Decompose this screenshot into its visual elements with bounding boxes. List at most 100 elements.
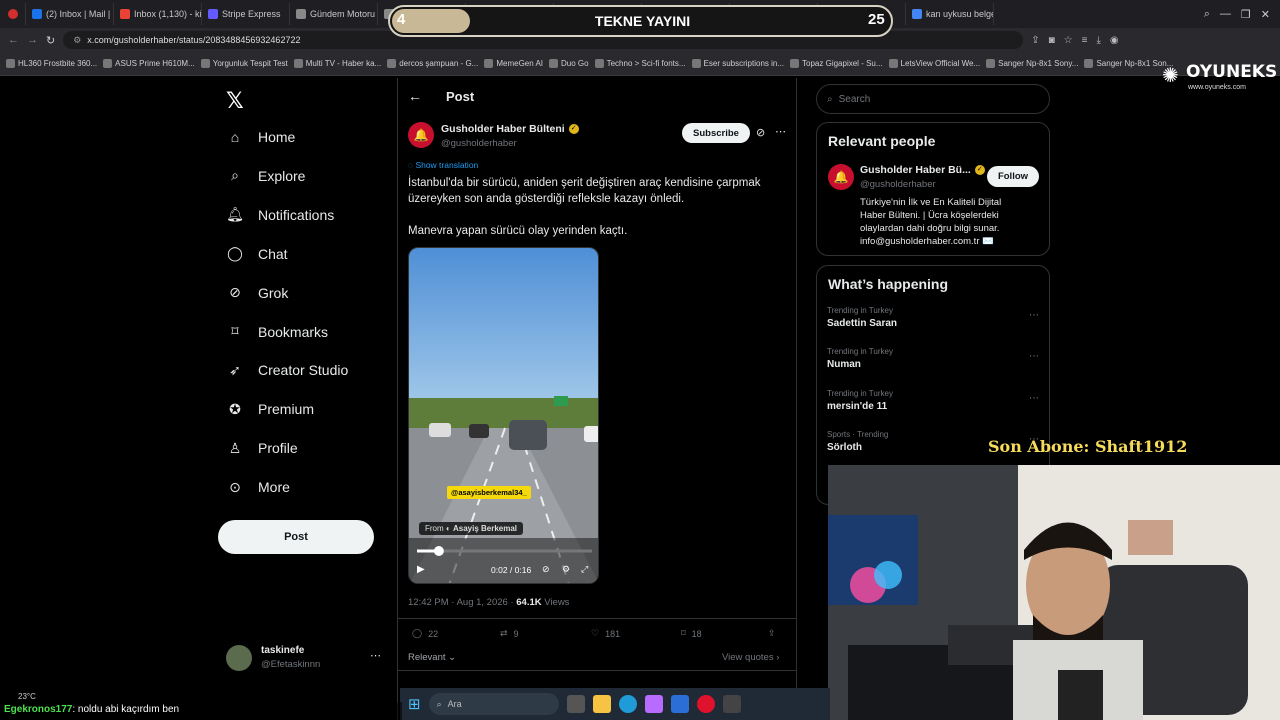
bookmark-label: dercos şampuan - G...: [399, 59, 479, 68]
browser-tab[interactable]: Stripe Express: [202, 3, 290, 25]
post-button[interactable]: Post: [218, 520, 374, 554]
app-icon[interactable]: [722, 695, 741, 713]
bookmark-favicon-icon: [387, 59, 397, 68]
bookmark-item[interactable]: Eser subscriptions in...: [691, 59, 784, 68]
maximize-icon[interactable]: ❐: [1241, 8, 1251, 21]
browser-tab[interactable]: (2) Inbox | Mail | SC: [26, 3, 114, 25]
forward-icon[interactable]: →: [27, 34, 38, 46]
reply-button[interactable]: ◯ 22: [412, 628, 438, 639]
post-meta: 12:42 PM · Aug 1, 2026 · 64.1K Views: [408, 597, 569, 608]
task-view-icon[interactable]: [566, 695, 585, 713]
more-icon[interactable]: ⋯: [1029, 351, 1039, 362]
browser-tab[interactable]: kan uykusu belgese: [906, 3, 994, 25]
bookmark-item[interactable]: Yorgunluk Tespit Test: [200, 59, 288, 68]
fullscreen-icon[interactable]: ⤢: [581, 564, 588, 575]
mute-icon[interactable]: ⊘: [542, 564, 550, 575]
profile-icon[interactable]: ◉: [1110, 35, 1119, 46]
camera-icon[interactable]: ◙: [1049, 35, 1055, 46]
edge-icon[interactable]: [618, 695, 637, 713]
back-arrow-icon[interactable]: ←: [408, 88, 422, 104]
opera-icon[interactable]: [696, 695, 715, 713]
more-icon[interactable]: ⋯: [1029, 393, 1039, 404]
share-button[interactable]: ⇪: [768, 628, 776, 639]
nav-item-profile[interactable]: ♙ Profile: [226, 439, 298, 457]
windows-start-icon[interactable]: ⊞: [408, 695, 421, 713]
nav-item-label: Creator Studio: [258, 362, 349, 379]
back-icon[interactable]: ←: [8, 34, 19, 46]
nav-item-grok[interactable]: ⊘ Grok: [226, 284, 288, 302]
copilot-icon[interactable]: [644, 695, 663, 713]
more-icon[interactable]: ⋯: [775, 125, 786, 138]
trend-item[interactable]: Trending in Turkey Sadettin Saran ⋯: [827, 306, 1039, 329]
bookmark-item[interactable]: ASUS Prime H610M...: [103, 59, 195, 68]
x-logo-icon[interactable]: 𝕏: [226, 88, 244, 114]
menu-icon[interactable]: ≡: [1082, 35, 1088, 46]
bookmark-item[interactable]: dercos şampuan - G...: [387, 59, 478, 68]
bookmark-item[interactable]: HL360 Frostbite 360...: [6, 59, 97, 68]
bookmark-item[interactable]: LetsView Official We...: [888, 59, 980, 68]
trend-item[interactable]: Trending in Turkey Numan ⋯: [827, 347, 1039, 370]
grok-icon[interactable]: ⊘: [756, 126, 765, 139]
repost-button[interactable]: ⇄ 9: [500, 628, 519, 639]
bookmark-item[interactable]: Multi TV - Haber ka...: [293, 59, 381, 68]
nav-item-label: Profile: [258, 440, 298, 457]
bookmark-item[interactable]: MemeGen AI: [484, 59, 543, 68]
subscribe-button[interactable]: Subscribe: [682, 123, 750, 143]
share-icon[interactable]: ⇪: [1031, 35, 1039, 46]
reload-icon[interactable]: ↻: [46, 34, 55, 47]
video-progress-handle[interactable]: [433, 546, 444, 556]
more-icon[interactable]: ⋯: [1029, 310, 1039, 321]
weather-temperature: 23°C: [18, 692, 36, 701]
show-translation-link[interactable]: ◌ Show translation: [408, 160, 478, 170]
rocket-icon: ➶: [229, 361, 241, 378]
avatar: [226, 645, 252, 671]
nav-item-creator-studio[interactable]: ➶ Creator Studio: [226, 361, 348, 379]
post-timestamp[interactable]: 12:42 PM · Aug 1, 2026 ·: [408, 597, 516, 608]
nav-item-explore[interactable]: ⌕ Explore: [226, 167, 305, 185]
person-avatar[interactable]: 🔔: [828, 164, 854, 190]
person-name-row[interactable]: Gusholder Haber Bü... ✓: [860, 164, 985, 176]
view-quotes-link[interactable]: View quotes ›: [722, 652, 779, 663]
browser-tab[interactable]: Inbox (1,130) - kick: [114, 3, 202, 25]
follow-button[interactable]: Follow: [987, 166, 1039, 187]
video-source-label[interactable]: From ◐ Asayiş Berkemal: [419, 522, 524, 535]
more-icon[interactable]: ⋯: [370, 649, 381, 662]
nav-item-bookmarks[interactable]: ⌑ Bookmarks: [226, 323, 328, 341]
nav-item-chat[interactable]: ◯ Chat: [226, 245, 287, 263]
bookmark-item[interactable]: Sanger Np-8x1 Son...: [1084, 59, 1173, 68]
nav-item-label: Home: [258, 129, 296, 145]
reply-sort-dropdown[interactable]: Relevant ⌄: [408, 652, 456, 663]
settings-icon[interactable]: ⚙: [562, 564, 570, 575]
trend-category: Trending in Turkey: [827, 388, 893, 398]
star-icon[interactable]: ☆: [1064, 35, 1073, 46]
tab-search-icon[interactable]: ⌕: [1204, 8, 1210, 21]
nav-item-more[interactable]: ⊙ More: [226, 478, 290, 496]
like-button[interactable]: ♡ 181: [591, 628, 620, 639]
video-player[interactable]: @asayisberkemal34_ From ◐ Asayiş Berkema…: [408, 247, 599, 584]
search-input[interactable]: ⌕ Search: [816, 84, 1050, 114]
close-icon[interactable]: ✕: [1261, 8, 1270, 21]
browser-menu-icon[interactable]: [0, 3, 26, 25]
nav-item-home[interactable]: ⌂ Home: [226, 128, 296, 146]
browser-tab[interactable]: Gündem Motoru: [290, 3, 378, 25]
author-name-row[interactable]: Gusholder Haber Bülteni ✓: [441, 123, 579, 135]
author-avatar[interactable]: 🔔: [408, 122, 434, 148]
nav-item-notifications[interactable]: 🔔︎ Notifications: [226, 206, 334, 224]
taskbar-search-input[interactable]: ⌕ Ara: [428, 693, 559, 715]
minimize-icon[interactable]: —: [1220, 8, 1231, 21]
divider: [398, 618, 796, 619]
trend-item[interactable]: Trending in Turkey mersin'de 11 ⋯: [827, 389, 1039, 412]
person-handle: @gusholderhaber: [860, 179, 936, 190]
download-icon[interactable]: ⤓: [1096, 35, 1100, 46]
bookmark-item[interactable]: Techno > Sci-fi fonts...: [594, 59, 686, 68]
account-switcher[interactable]: taskinefe @Efetaskinnn ⋯: [226, 643, 396, 675]
nav-item-premium[interactable]: ✪ Premium: [226, 400, 314, 418]
play-icon[interactable]: ▶: [417, 564, 425, 575]
file-explorer-icon[interactable]: [592, 695, 611, 713]
bookmark-item[interactable]: Topaz Gigapixel - Su...: [790, 59, 883, 68]
bookmark-button[interactable]: ⌑ 18: [681, 628, 702, 639]
site-info-icon[interactable]: ⚙: [73, 35, 81, 46]
bookmark-item[interactable]: Duo Go: [549, 59, 589, 68]
store-icon[interactable]: [670, 695, 689, 713]
bookmark-item[interactable]: Sanger Np-8x1 Sony...: [986, 59, 1078, 68]
